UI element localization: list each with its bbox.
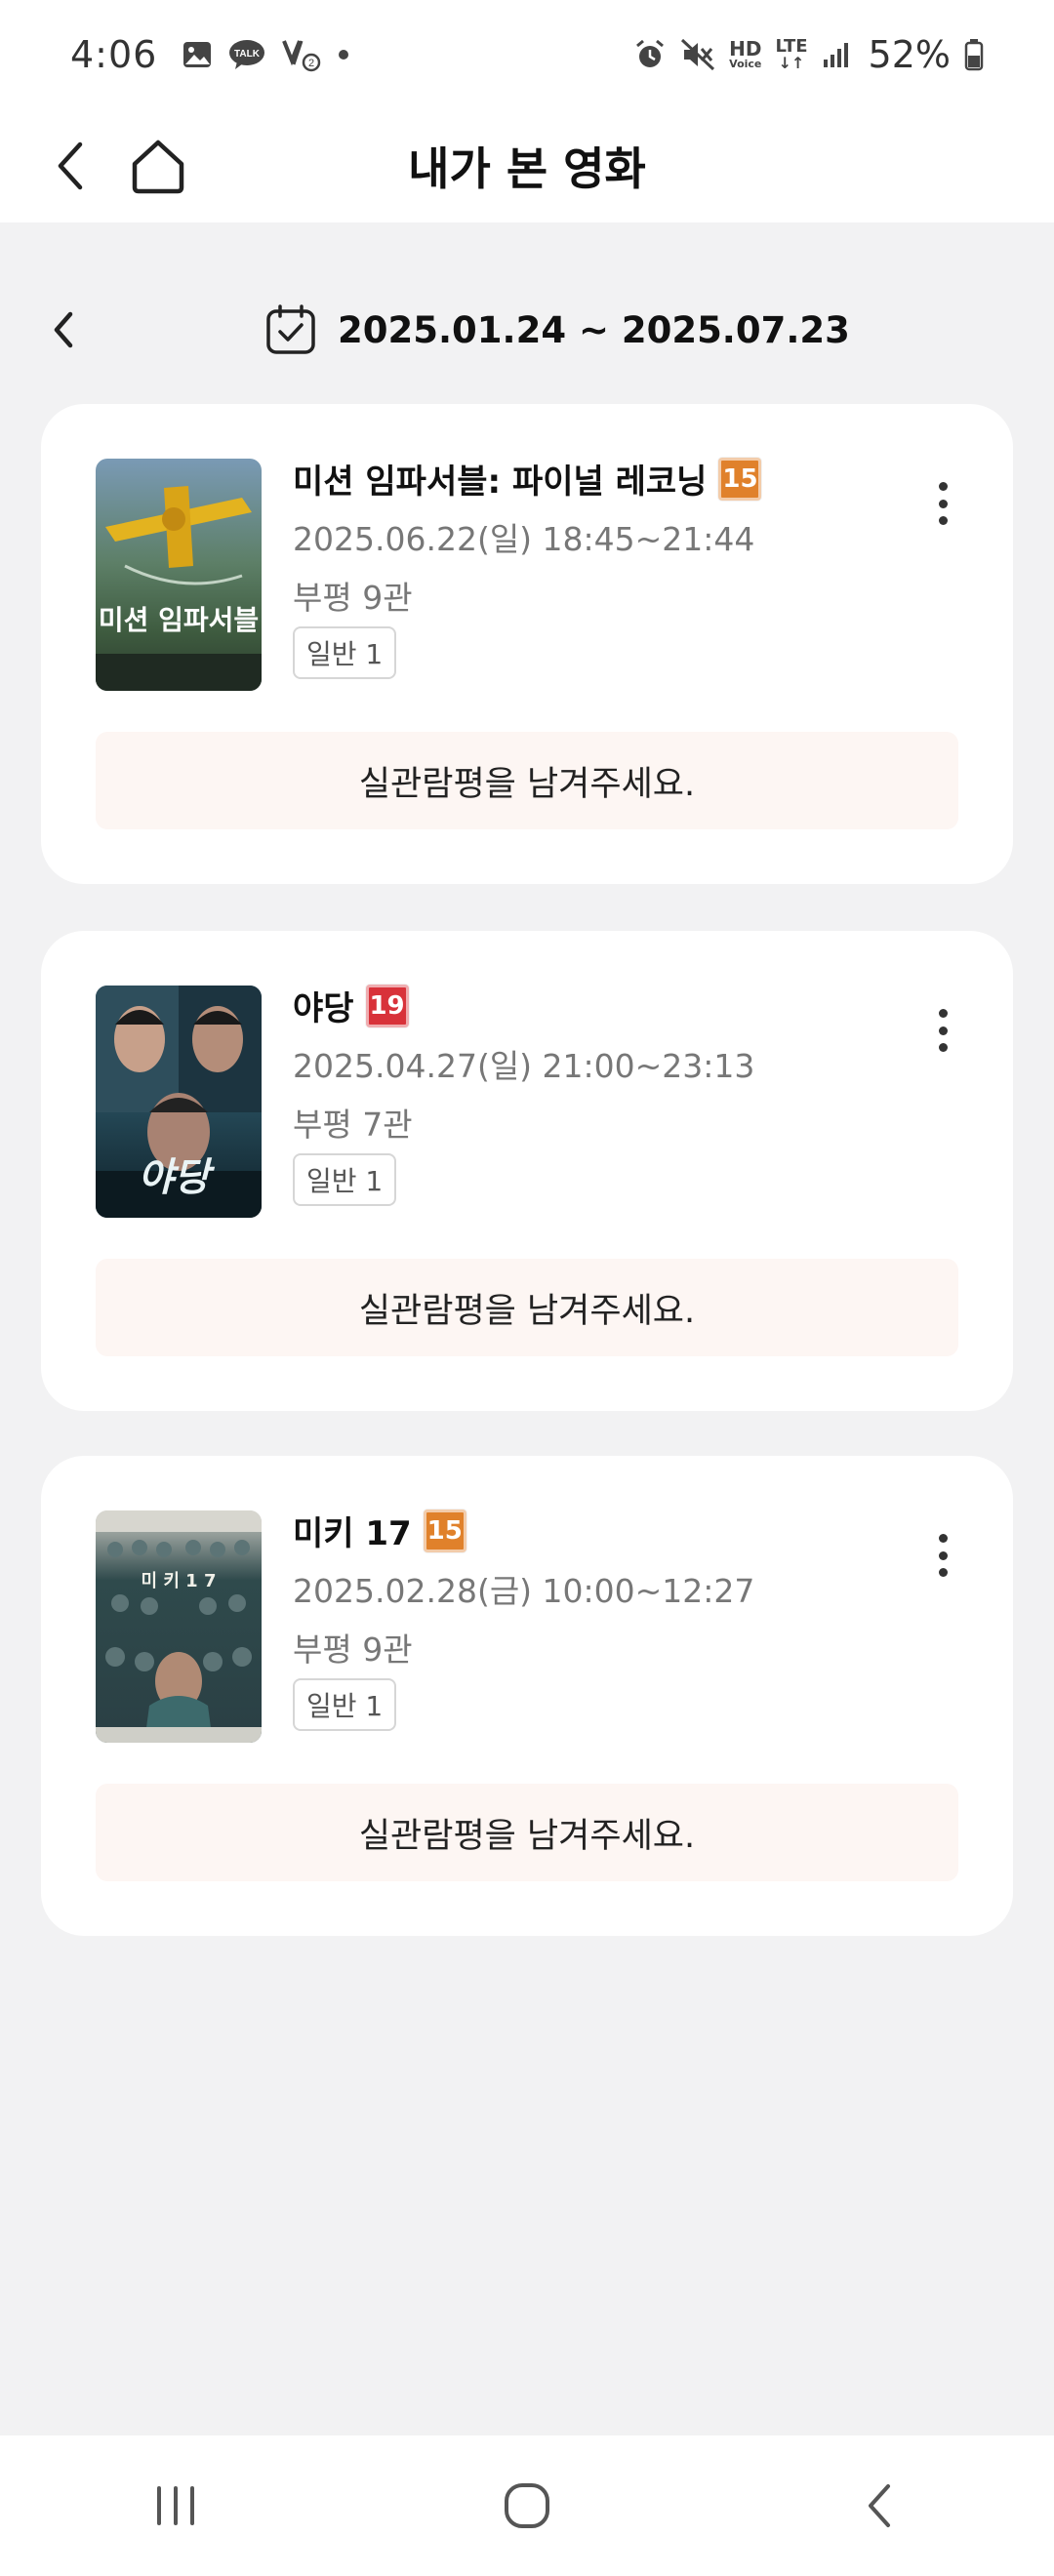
poster-title-text: 야당 xyxy=(138,1155,216,1200)
poster-art: 미션 임파서블 xyxy=(96,486,262,691)
more-dot-icon xyxy=(938,516,948,525)
date-range-row: 2025.01.24 ~ 2025.07.23 xyxy=(0,283,1054,377)
poster-title-text: 미 키 1 7 xyxy=(142,1571,217,1591)
date-range-text: 2025.01.24 ~ 2025.07.23 xyxy=(338,308,850,351)
movie-poster[interactable]: 미션 임파서블 xyxy=(96,459,262,691)
movie-poster[interactable]: 야당 xyxy=(96,986,262,1218)
poster-art: 야당 xyxy=(96,986,262,1218)
home-circle-icon xyxy=(505,2483,549,2528)
gallery-icon xyxy=(181,38,214,71)
lte-icon: LTE ↓↑ xyxy=(775,38,807,71)
ticket-type-chip: 일반 1 xyxy=(293,626,397,679)
movie-title: 야당 xyxy=(293,989,354,1028)
age-rating-badge: 15 xyxy=(718,457,762,501)
movie-datetime: 2025.06.22(일) 18:45~21:44 xyxy=(293,520,755,558)
date-range-picker[interactable]: 2025.01.24 ~ 2025.07.23 xyxy=(264,301,850,359)
battery-icon xyxy=(964,38,984,71)
more-dot-icon xyxy=(938,1550,948,1560)
movie-title-row: 미션 임파서블: 파이널 레코닝 15 xyxy=(293,455,762,503)
system-nav-bar xyxy=(0,2435,1054,2576)
svg-text:2: 2 xyxy=(308,58,314,69)
ticket-type-chip: 일반 1 xyxy=(293,1153,397,1206)
more-dot-icon xyxy=(938,482,948,491)
more-dot-icon xyxy=(938,1568,948,1577)
movie-datetime: 2025.04.27(일) 21:00~23:13 xyxy=(293,1047,755,1085)
home-nav-button[interactable] xyxy=(468,2457,586,2555)
movie-theater: 부평 7관 xyxy=(293,1106,413,1144)
more-options-button[interactable] xyxy=(923,1001,962,1060)
alarm-icon xyxy=(633,38,667,71)
ticket-type-chip: 일반 1 xyxy=(293,1678,397,1731)
write-review-button[interactable]: 실관람평을 남겨주세요. xyxy=(96,1259,958,1356)
movie-card: 미션 임파서블 미션 임파서블: 파이널 레코닝 15 2025.06.22(일… xyxy=(41,404,1013,884)
movie-card: 미 키 1 7 미키 17 15 2025.02.28(금) 10:00~12:… xyxy=(41,1456,1013,1936)
movie-title: 미키 17 xyxy=(293,1514,412,1553)
movie-card: 야당 야당 19 2025.04.27(일) 21:00~23:13 부평 7관… xyxy=(41,931,1013,1411)
more-dot-icon xyxy=(938,1534,948,1543)
voice-text: Voice xyxy=(729,58,762,70)
status-right: HD Voice LTE ↓↑ 52% xyxy=(633,33,984,76)
back-button[interactable] xyxy=(35,131,105,201)
movie-theater: 부평 9관 xyxy=(293,1630,413,1669)
volte-icon: 2 xyxy=(280,37,323,72)
movie-datetime: 2025.02.28(금) 10:00~12:27 xyxy=(293,1572,755,1610)
signal-icon xyxy=(822,40,851,69)
home-icon xyxy=(132,140,184,194)
more-dot-icon xyxy=(938,1043,948,1052)
more-dot-icon xyxy=(938,499,948,508)
dot-icon xyxy=(337,48,350,61)
more-options-button[interactable] xyxy=(923,1526,962,1585)
back-arrow-icon xyxy=(869,2484,890,2527)
hd-voice-icon: HD Voice xyxy=(729,39,761,70)
screen: 4:06 TALK 2 HD Voice LTE ↓↑ 52% 내가 본 영화 … xyxy=(0,0,1054,2576)
age-rating-badge: 19 xyxy=(365,984,409,1027)
poster-art: 미 키 1 7 xyxy=(96,1510,262,1743)
recent-apps-icon xyxy=(157,2486,194,2525)
movie-theater: 부평 9관 xyxy=(293,579,413,617)
back-nav-button[interactable] xyxy=(820,2457,937,2555)
age-rating-badge: 15 xyxy=(423,1509,466,1552)
calendar-check-icon xyxy=(266,304,315,354)
talk-icon: TALK xyxy=(227,38,266,71)
lte-arrows-icon: ↓↑ xyxy=(778,54,805,72)
more-options-button[interactable] xyxy=(923,474,962,533)
poster-title-text: 미션 임파서블 xyxy=(99,604,259,636)
movie-poster[interactable]: 미 키 1 7 xyxy=(96,1510,262,1743)
talk-badge-text: TALK xyxy=(234,49,261,60)
home-button[interactable] xyxy=(121,129,195,203)
range-prev-button[interactable] xyxy=(35,302,90,357)
battery-percent: 52% xyxy=(868,33,951,76)
app-header: 내가 본 영화 xyxy=(0,109,1054,222)
hd-text: HD xyxy=(729,37,762,60)
status-time: 4:06 xyxy=(70,33,158,76)
status-left: 4:06 TALK 2 xyxy=(70,33,350,76)
write-review-button[interactable]: 실관람평을 남겨주세요. xyxy=(96,1784,958,1881)
write-review-button[interactable]: 실관람평을 남겨주세요. xyxy=(96,732,958,829)
chevron-left-icon xyxy=(54,311,73,348)
mute-icon xyxy=(680,38,715,71)
status-bar: 4:06 TALK 2 HD Voice LTE ↓↑ 52% xyxy=(0,0,1054,109)
more-dot-icon xyxy=(938,1026,948,1035)
movie-title-row: 미키 17 15 xyxy=(293,1507,466,1554)
movie-title: 미션 임파서블: 파이널 레코닝 xyxy=(293,463,708,502)
recent-apps-button[interactable] xyxy=(117,2457,234,2555)
more-dot-icon xyxy=(938,1009,948,1018)
chevron-left-icon xyxy=(58,141,83,190)
movie-title-row: 야당 19 xyxy=(293,982,409,1029)
